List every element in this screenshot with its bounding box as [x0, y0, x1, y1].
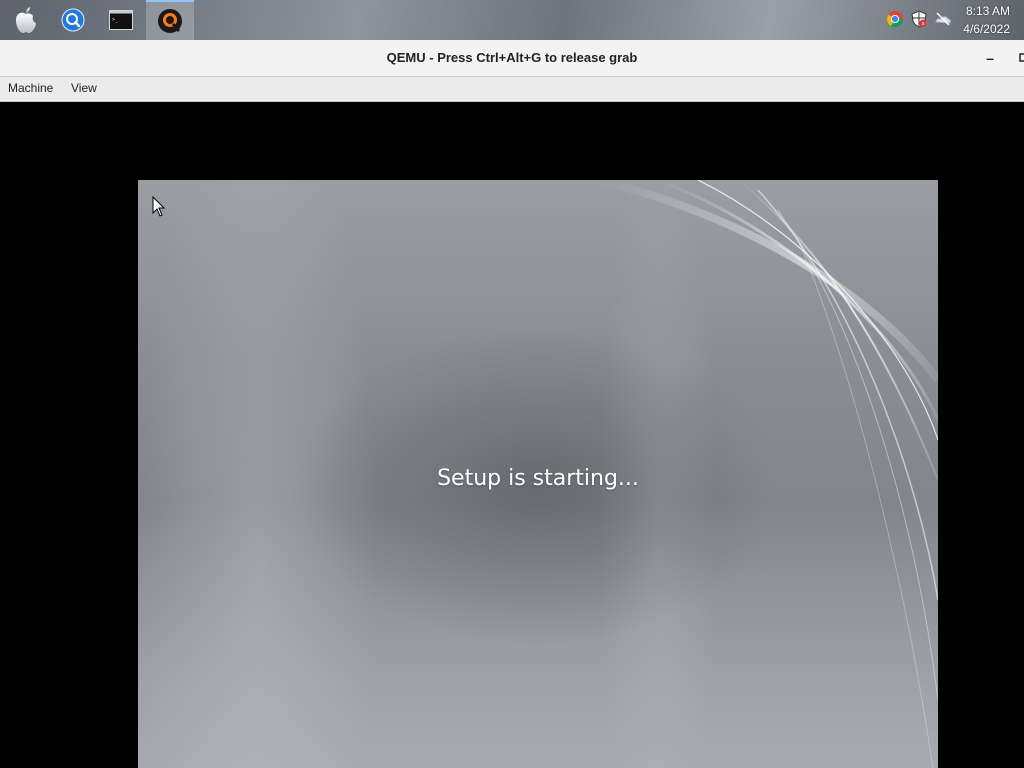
menubar: Machine View	[0, 77, 1024, 102]
terminal-icon: >_	[109, 10, 133, 30]
taskbar-terminal-button[interactable]: >_	[97, 0, 145, 40]
clock-date: 4/6/2022	[963, 22, 1010, 36]
security-shield-icon: x	[911, 10, 927, 28]
tray-clock[interactable]: 8:13 AM 4/6/2022	[950, 2, 1010, 38]
taskbar-search-button[interactable]	[49, 0, 97, 40]
svg-text:>_: >_	[112, 17, 119, 23]
menu-machine[interactable]: Machine	[5, 81, 56, 95]
taskbar-qemu-button[interactable]	[146, 0, 194, 40]
window-titlebar[interactable]: QEMU - Press Ctrl+Alt+G to release grab …	[0, 40, 1024, 77]
tray-security-button[interactable]: x	[910, 10, 928, 30]
maximize-icon	[1019, 53, 1024, 62]
taskbar-apple-button[interactable]	[2, 0, 50, 40]
guest-screen[interactable]: Setup is starting...	[138, 180, 938, 768]
maximize-button[interactable]	[1012, 48, 1024, 68]
mouse-cursor-icon	[152, 196, 166, 217]
window-title: QEMU - Press Ctrl+Alt+G to release grab	[386, 50, 638, 65]
apple-icon	[16, 7, 36, 33]
search-icon	[61, 8, 85, 32]
qemu-icon	[158, 9, 182, 33]
tray-chrome-button[interactable]	[886, 10, 904, 30]
minimize-button[interactable]: –	[979, 48, 1001, 68]
chrome-icon	[886, 11, 904, 28]
menu-view[interactable]: View	[68, 81, 100, 95]
setup-status-text: Setup is starting...	[437, 466, 639, 491]
clock-time: 8:13 AM	[965, 4, 1010, 18]
taskbar: >_ x 8:13 AM 4/6/2022	[0, 0, 1024, 41]
svg-text:x: x	[922, 21, 925, 27]
